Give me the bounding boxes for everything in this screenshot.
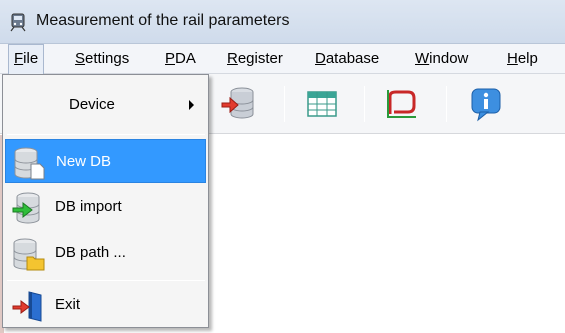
- toolbar-separator: [364, 86, 365, 122]
- rail-profile-icon[interactable]: [382, 84, 422, 124]
- menu-item-exit[interactable]: Exit: [5, 283, 206, 327]
- title-bar[interactable]: Measurement of the rail parameters: [0, 0, 565, 44]
- menu-item-db-path[interactable]: DB path ...: [5, 231, 206, 275]
- menu-item-label: DB import: [55, 198, 122, 215]
- train-icon: [10, 13, 26, 32]
- toolbar-separator: [284, 86, 285, 122]
- menu-separator: [7, 280, 205, 281]
- menu-item-label: DB path ...: [55, 244, 126, 261]
- menu-item-db-import[interactable]: DB import: [5, 185, 206, 229]
- menu-separator: [7, 134, 205, 135]
- menu-item-label: Exit: [55, 296, 81, 313]
- database-export-icon[interactable]: [218, 84, 258, 124]
- exit-door-icon: [12, 291, 42, 322]
- menu-help[interactable]: Help: [502, 44, 543, 74]
- toolbar-separator: [446, 86, 447, 122]
- menu-register[interactable]: Register: [222, 44, 288, 74]
- menu-item-label: New DB: [56, 153, 112, 170]
- window-title: Measurement of the rail parameters: [36, 12, 290, 29]
- menu-settings[interactable]: Settings: [70, 44, 134, 74]
- menu-database[interactable]: Database: [310, 44, 384, 74]
- menu-window[interactable]: Window: [410, 44, 473, 74]
- menu-item-label: Device: [69, 96, 115, 113]
- file-menu-dropdown: Device New DB DB import DB path ... Exit: [2, 74, 209, 328]
- info-icon[interactable]: [466, 84, 506, 124]
- menu-item-new-db[interactable]: New DB: [5, 139, 206, 183]
- new-database-icon: [14, 147, 45, 180]
- menu-item-device[interactable]: Device: [5, 83, 206, 127]
- submenu-arrow-icon: [189, 100, 194, 110]
- database-folder-icon: [13, 238, 45, 271]
- database-import-icon: [12, 192, 40, 224]
- menu-bar: File Settings PDA Register Database Wind…: [0, 44, 565, 74]
- menu-file[interactable]: File: [8, 44, 45, 74]
- menu-pda[interactable]: PDA: [160, 44, 201, 74]
- table-grid-icon[interactable]: [302, 84, 342, 124]
